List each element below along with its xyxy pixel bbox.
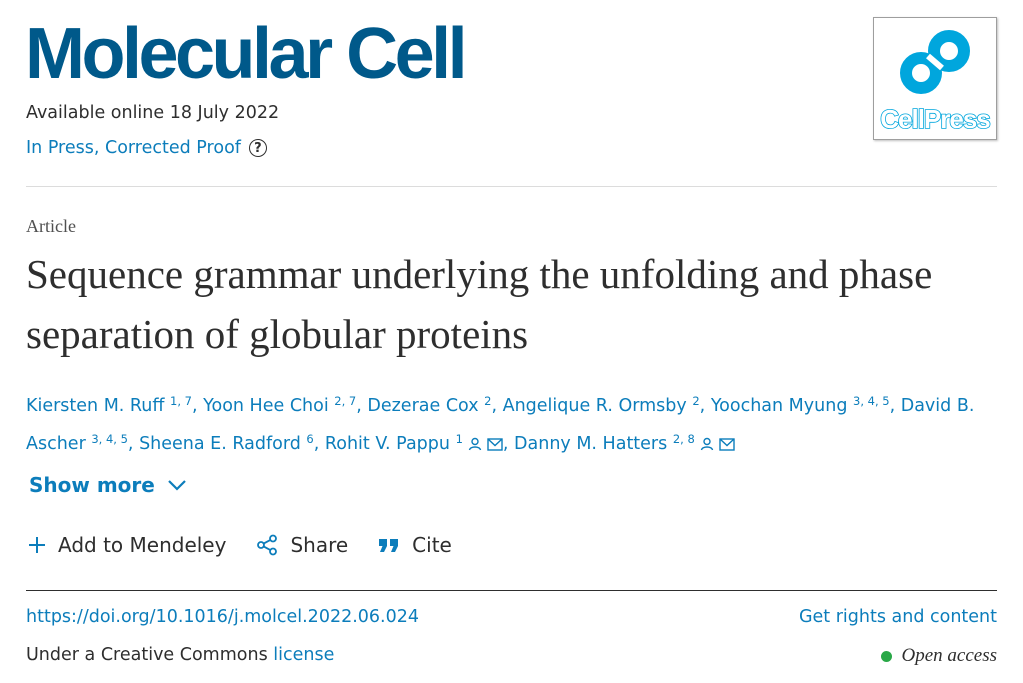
author-name[interactable]: Angelique R. Ormsby <box>503 396 687 416</box>
article-type: Article <box>26 216 76 236</box>
envelope-icon[interactable] <box>487 438 503 451</box>
author-affiliation[interactable]: 2, 8 <box>673 432 695 446</box>
author-affiliation[interactable]: 3, 4, 5 <box>853 394 890 408</box>
author-name[interactable]: Danny M. Hatters <box>514 434 667 454</box>
author-list: Kiersten M. Ruff 1, 7, Yoon Hee Choi 2, … <box>26 394 975 454</box>
author-affiliation[interactable]: 6 <box>306 432 313 446</box>
cellpress-logo[interactable]: CellPress <box>873 17 997 140</box>
header-divider <box>26 186 997 187</box>
author-link[interactable]: Dezerae Cox 2 <box>367 394 491 416</box>
author-affiliation[interactable]: 1 <box>456 432 463 446</box>
license-info: Under a Creative Commons license <box>26 645 334 665</box>
person-icon[interactable] <box>700 437 714 451</box>
author-name[interactable]: Kiersten M. Ruff <box>26 396 164 416</box>
open-access-label: Open access <box>901 645 998 666</box>
author-link[interactable]: Angelique R. Ormsby 2 <box>503 394 700 416</box>
envelope-icon[interactable] <box>719 438 735 451</box>
status-text[interactable]: In Press, Corrected Proof <box>26 138 241 158</box>
author-link[interactable]: Sheena E. Radford 6 <box>139 432 314 454</box>
show-more-button[interactable]: Show more <box>29 473 187 497</box>
quote-icon[interactable] <box>378 537 400 553</box>
add-to-mendeley-button[interactable]: Add to Mendeley <box>28 533 226 557</box>
author-name[interactable]: Rohit V. Pappu <box>325 434 450 454</box>
author-affiliation[interactable]: 2 <box>484 394 491 408</box>
journal-title[interactable]: Molecular Cell <box>25 14 468 94</box>
cite-label[interactable]: Cite <box>412 533 452 557</box>
person-icon[interactable] <box>468 437 482 451</box>
author-affiliation[interactable]: 1, 7 <box>170 394 192 408</box>
author-link[interactable]: Rohit V. Pappu 1 <box>325 432 503 454</box>
question-circle-icon[interactable]: ? <box>248 139 267 157</box>
share-label[interactable]: Share <box>290 533 348 557</box>
cellpress-emblem-icon <box>900 30 970 94</box>
license-prefix: Under a Creative Commons <box>26 645 274 665</box>
author-name[interactable]: Yoochan Myung <box>711 396 848 416</box>
author-name[interactable]: Yoon Hee Choi <box>203 396 329 416</box>
chevron-down-icon[interactable] <box>167 479 187 491</box>
author-affiliation[interactable]: 2 <box>692 394 699 408</box>
author-name[interactable]: Dezerae Cox <box>367 396 478 416</box>
article-title: Sequence grammar underlying the unfoldin… <box>26 251 933 357</box>
article-actions: Add to Mendeley Share Cite <box>28 533 482 557</box>
author-link[interactable]: Yoon Hee Choi 2, 7 <box>203 394 356 416</box>
share-button[interactable]: Share <box>256 533 348 557</box>
cite-button[interactable]: Cite <box>378 533 452 557</box>
add-to-mendeley-label[interactable]: Add to Mendeley <box>58 533 226 557</box>
status-link[interactable]: In Press, Corrected Proof ? <box>26 138 267 158</box>
open-access-dot-icon <box>880 650 892 662</box>
author-affiliation[interactable]: 3, 4, 5 <box>91 432 128 446</box>
author-affiliation[interactable]: 2, 7 <box>334 394 356 408</box>
author-link[interactable]: Danny M. Hatters 2, 8 <box>514 432 735 454</box>
author-link[interactable]: Kiersten M. Ruff 1, 7 <box>26 394 192 416</box>
rights-link[interactable]: Get rights and content <box>799 607 997 627</box>
logo-wordmark: CellPress <box>879 103 991 135</box>
plus-icon[interactable] <box>28 536 46 554</box>
share-icon[interactable] <box>256 534 278 556</box>
doi-link[interactable]: https://doi.org/10.1016/j.molcel.2022.06… <box>26 607 419 627</box>
author-name[interactable]: Sheena E. Radford <box>139 434 301 454</box>
author-link[interactable]: Yoochan Myung 3, 4, 5 <box>711 394 890 416</box>
footer-divider <box>26 590 997 591</box>
availability-date: Available online 18 July 2022 <box>26 103 280 123</box>
open-access-badge: Open access <box>880 645 998 667</box>
license-link[interactable]: license <box>273 645 334 665</box>
show-more-label[interactable]: Show more <box>29 473 155 497</box>
